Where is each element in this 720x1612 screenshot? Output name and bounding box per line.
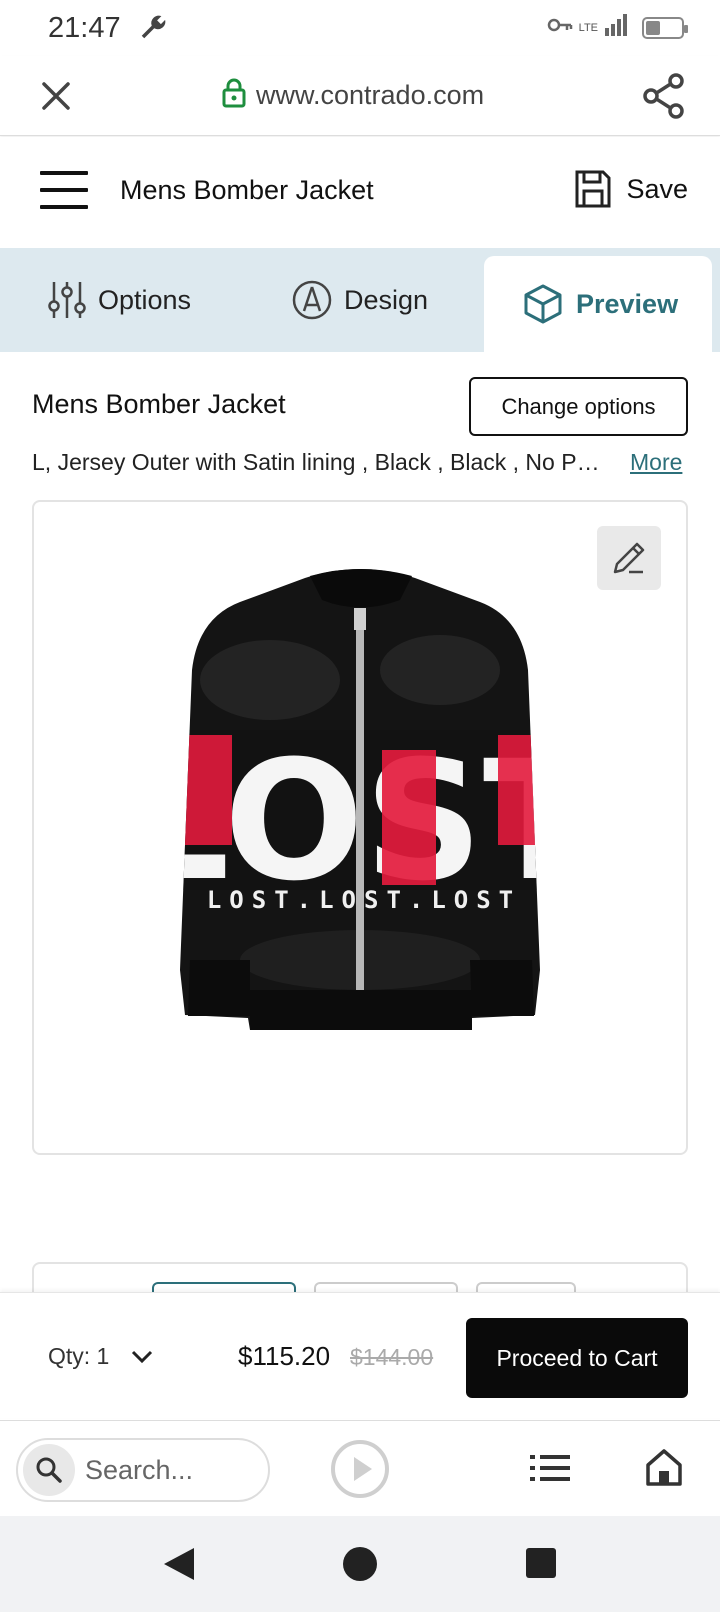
- tab-label: Preview: [576, 288, 679, 319]
- quantity-select[interactable]: Qty: 1: [48, 1343, 153, 1370]
- status-bar: 21:47 LTE: [0, 0, 720, 56]
- battery-level: [646, 20, 660, 35]
- status-time: 21:47: [48, 12, 121, 44]
- qty-label: Qty: 1: [48, 1343, 110, 1369]
- search-placeholder: Search...: [85, 1454, 194, 1485]
- share-icon: [643, 73, 684, 119]
- home-icon: [646, 1449, 682, 1486]
- system-navigation-bar: [0, 1516, 720, 1612]
- status-icons: LTE: [547, 14, 688, 41]
- key-icon: [547, 17, 573, 38]
- recents-nav-button[interactable]: [526, 1548, 556, 1578]
- back-icon[interactable]: [162, 1546, 196, 1582]
- browser-toolbar: www.contrado.com: [0, 56, 720, 136]
- browser-bottom-bar: Search...: [0, 1420, 720, 1516]
- pen-nib-icon: [292, 280, 332, 320]
- play-button[interactable]: [330, 1439, 390, 1504]
- product-options-summary: L, Jersey Outer with Satin lining , Blac…: [32, 449, 607, 475]
- menu-button[interactable]: [40, 171, 88, 211]
- thumbnail-item[interactable]: [314, 1282, 458, 1292]
- battery-icon: [642, 16, 688, 39]
- save-label: Save: [626, 173, 688, 204]
- page-title: Mens Bomber Jacket: [120, 175, 374, 205]
- signal-icon: [604, 14, 628, 41]
- change-options-button[interactable]: Change options: [469, 377, 688, 436]
- thumbnail-strip: [32, 1262, 688, 1292]
- thumbnail-item[interactable]: [152, 1282, 296, 1292]
- thumbnail-item[interactable]: [476, 1282, 576, 1292]
- editor-tabs: Options Design Preview: [0, 248, 720, 352]
- current-price: $115.20: [238, 1341, 331, 1371]
- tab-preview[interactable]: Preview: [484, 256, 712, 352]
- home-nav-button[interactable]: [343, 1547, 377, 1581]
- tab-label: Options: [98, 284, 192, 315]
- bomber-jacket-image: LOST LOST.LOST.LOST: [180, 569, 540, 1030]
- list-icon: [530, 1455, 570, 1481]
- tab-label: Design: [344, 284, 429, 315]
- proceed-to-cart-button[interactable]: Proceed to Cart: [466, 1318, 688, 1398]
- play-icon: [331, 1440, 389, 1498]
- more-link[interactable]: More: [630, 449, 682, 476]
- browser-home-button[interactable]: [644, 1447, 684, 1492]
- tab-design[interactable]: Design: [292, 248, 428, 352]
- chevron-down-icon: [132, 1350, 153, 1363]
- wrench-icon: [138, 12, 168, 47]
- close-icon: [42, 82, 70, 110]
- cube-icon: [524, 284, 562, 324]
- site-header: Mens Bomber Jacket Save: [0, 137, 720, 247]
- close-tab-button[interactable]: [36, 76, 76, 116]
- search-input[interactable]: Search...: [16, 1438, 270, 1502]
- share-button[interactable]: [642, 72, 686, 125]
- original-price: $144.00: [350, 1344, 434, 1370]
- save-button[interactable]: Save: [574, 169, 688, 209]
- address-bar[interactable]: www.contrado.com: [222, 78, 484, 113]
- tabs-list-button[interactable]: [530, 1453, 570, 1488]
- edit-design-button[interactable]: [597, 526, 661, 590]
- sliders-icon: [48, 282, 86, 318]
- network-type: LTE: [578, 21, 598, 34]
- search-icon: [23, 1444, 75, 1496]
- url-text: www.contrado.com: [256, 80, 485, 110]
- tab-options[interactable]: Options: [48, 248, 191, 352]
- cart-bar: Qty: 1 $115.20 $144.00 Proceed to Cart: [0, 1292, 720, 1418]
- save-icon: [575, 170, 611, 208]
- product-title: Mens Bomber Jacket: [32, 389, 286, 419]
- pencil-icon: [613, 542, 645, 574]
- lock-icon: [222, 78, 246, 113]
